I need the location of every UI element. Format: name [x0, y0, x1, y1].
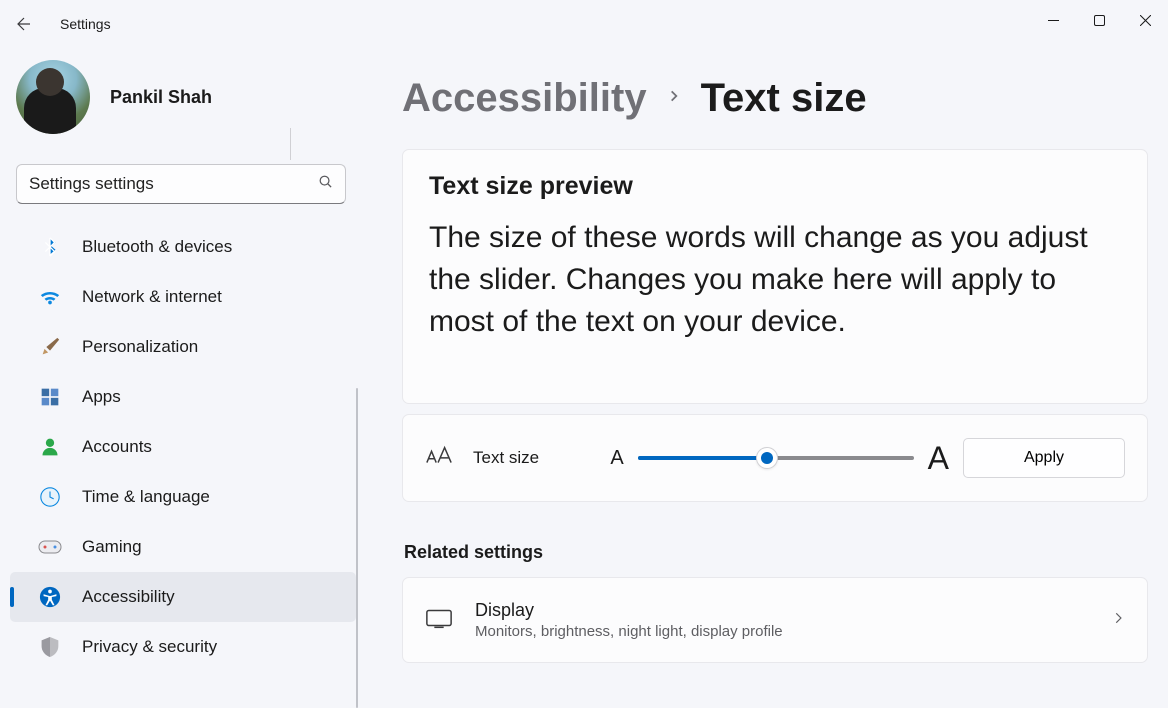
avatar	[16, 60, 90, 134]
title-bar: Settings	[0, 0, 1168, 48]
app-title: Settings	[60, 16, 111, 32]
sidebar: Pankil Shah Bluetooth & devices	[0, 48, 362, 697]
user-name: Pankil Shah	[110, 87, 212, 108]
sidebar-item-label: Bluetooth & devices	[82, 237, 232, 257]
minimize-button[interactable]	[1030, 4, 1076, 36]
divider	[290, 128, 291, 160]
breadcrumb: Accessibility Text size	[402, 76, 1148, 121]
sidebar-item-time-language[interactable]: Time & language	[10, 472, 356, 522]
sidebar-item-label: Network & internet	[82, 287, 222, 307]
sidebar-item-label: Gaming	[82, 537, 142, 557]
sidebar-item-network-internet[interactable]: Network & internet	[10, 272, 356, 322]
main-content: Accessibility Text size Text size previe…	[362, 48, 1168, 697]
text-size-slider[interactable]	[638, 456, 914, 460]
display-icon	[425, 607, 453, 634]
preview-body-text: The size of these words will change as y…	[429, 217, 1121, 343]
sidebar-item-label: Accessibility	[82, 587, 175, 607]
sidebar-item-label: Privacy & security	[82, 637, 217, 657]
gamepad-icon	[36, 538, 64, 556]
search-text-field[interactable]	[29, 174, 318, 194]
user-profile[interactable]: Pankil Shah	[0, 60, 362, 134]
back-arrow-icon	[15, 15, 33, 33]
text-size-slider-card: Text size A A Apply	[402, 414, 1148, 502]
close-button[interactable]	[1122, 4, 1168, 36]
clock-globe-icon	[36, 486, 64, 508]
related-item-subtitle: Monitors, brightness, night light, displ…	[475, 623, 1089, 640]
slider-fill	[638, 456, 768, 460]
sidebar-item-gaming[interactable]: Gaming	[10, 522, 356, 572]
text-size-icon	[425, 445, 453, 472]
slider-thumb[interactable]	[756, 447, 778, 469]
accessibility-icon	[36, 586, 64, 608]
slider-max-glyph: A	[928, 440, 949, 477]
window-controls	[1030, 12, 1168, 36]
sidebar-nav: Bluetooth & devices Network & internet P…	[0, 222, 362, 672]
title-bar-left: Settings	[0, 0, 111, 48]
bluetooth-icon	[36, 236, 64, 258]
text-size-preview-card: Text size preview The size of these word…	[402, 149, 1148, 404]
wifi-icon	[36, 286, 64, 308]
sidebar-item-accounts[interactable]: Accounts	[10, 422, 356, 472]
sidebar-item-apps[interactable]: Apps	[10, 372, 356, 422]
sidebar-item-label: Personalization	[82, 337, 198, 357]
sidebar-item-privacy-security[interactable]: Privacy & security	[10, 622, 356, 672]
maximize-icon	[1094, 15, 1105, 26]
related-settings-heading: Related settings	[404, 542, 1148, 563]
sidebar-item-label: Apps	[82, 387, 121, 407]
related-item-title: Display	[475, 600, 1089, 621]
close-icon	[1140, 15, 1151, 26]
preview-heading: Text size preview	[429, 172, 1121, 201]
apply-button[interactable]: Apply	[963, 438, 1125, 478]
sidebar-item-label: Accounts	[82, 437, 152, 457]
search-input[interactable]	[16, 164, 346, 204]
sidebar-item-label: Time & language	[82, 487, 210, 507]
person-icon	[36, 437, 64, 457]
chevron-right-icon	[1111, 611, 1125, 630]
slider-label: Text size	[473, 448, 539, 468]
scrollbar[interactable]	[356, 388, 358, 708]
breadcrumb-parent[interactable]: Accessibility	[402, 76, 647, 121]
search-icon	[318, 174, 333, 194]
slider-min-glyph: A	[610, 447, 623, 470]
related-display-card[interactable]: Display Monitors, brightness, night ligh…	[402, 577, 1148, 663]
sidebar-item-personalization[interactable]: Personalization	[10, 322, 356, 372]
minimize-icon	[1048, 15, 1059, 26]
sidebar-item-accessibility[interactable]: Accessibility	[10, 572, 356, 622]
back-button[interactable]	[0, 0, 48, 48]
chevron-right-icon	[667, 89, 681, 108]
apps-icon	[36, 387, 64, 407]
related-display-texts: Display Monitors, brightness, night ligh…	[475, 600, 1089, 640]
paintbrush-icon	[36, 336, 64, 358]
sidebar-item-bluetooth-devices[interactable]: Bluetooth & devices	[10, 222, 356, 272]
shield-icon	[36, 636, 64, 658]
breadcrumb-current: Text size	[701, 76, 867, 121]
maximize-button[interactable]	[1076, 4, 1122, 36]
